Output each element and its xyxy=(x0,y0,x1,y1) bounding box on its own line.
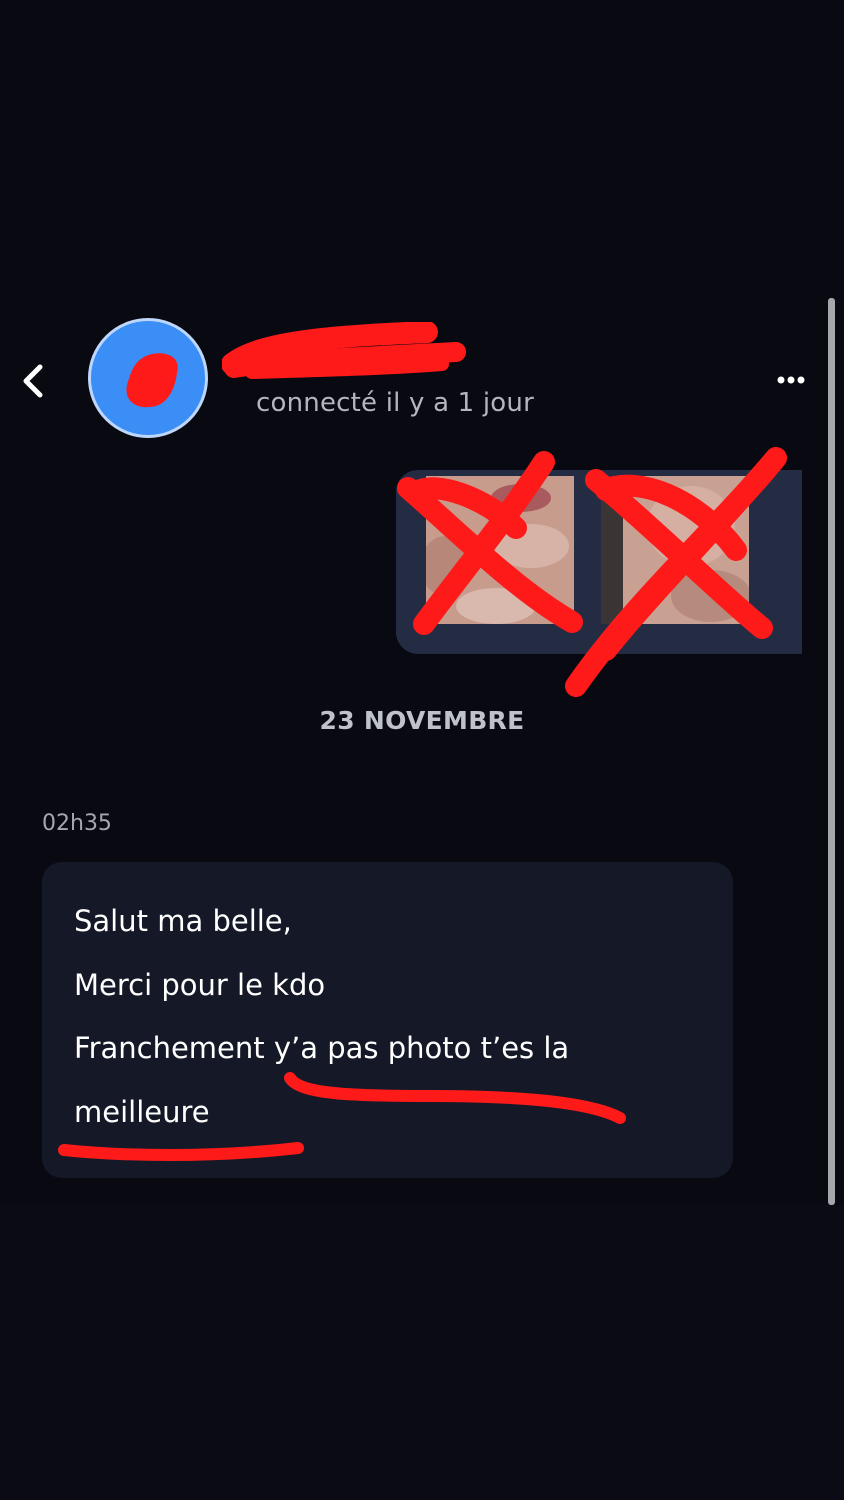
highlight-underline xyxy=(58,1072,626,1161)
media-redaction xyxy=(397,447,787,697)
date-separator: 23 NOVEMBRE xyxy=(319,706,525,735)
contact-name-redacted xyxy=(222,322,466,379)
contact-status: connecté il y a 1 jour xyxy=(256,388,534,418)
chevron-left-icon xyxy=(23,364,43,398)
scrollbar[interactable] xyxy=(828,298,835,1205)
avatar[interactable] xyxy=(88,318,208,438)
avatar-redaction xyxy=(126,353,178,408)
message-text-line: Franchement y’a pas photo t’es la xyxy=(74,1031,570,1065)
bottom-panel xyxy=(0,1205,844,1500)
more-options-button[interactable] xyxy=(772,368,810,392)
message-text-line: Salut ma belle, xyxy=(74,904,292,938)
back-button[interactable] xyxy=(14,360,54,402)
message-text-line: Merci pour le kdo xyxy=(74,968,326,1002)
more-dots-icon xyxy=(777,376,805,384)
message-timestamp: 02h35 xyxy=(42,811,112,836)
